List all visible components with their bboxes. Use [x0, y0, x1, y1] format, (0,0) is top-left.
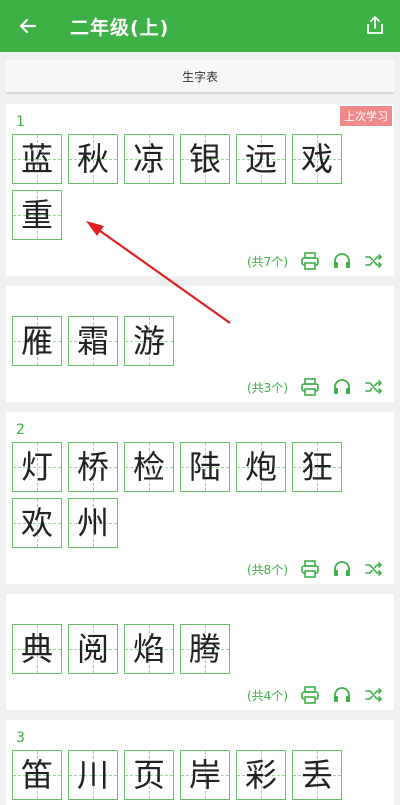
last-studied-badge: 上次学习 [340, 106, 392, 126]
card-footer: (共7个) [6, 246, 394, 276]
lesson-card[interactable]: 典 阅 焰 腾 (共4个) [6, 594, 394, 710]
char-cell[interactable]: 州 [68, 498, 118, 548]
char-grid: 灯 桥 检 陆 炮 狂 欢 州 [6, 442, 394, 554]
lesson-card[interactable]: 3 笛 川 页 岸 彩 丢 [6, 720, 394, 805]
headphones-icon[interactable] [332, 559, 352, 579]
char-cell[interactable]: 银 [180, 134, 230, 184]
char-cell[interactable]: 远 [236, 134, 286, 184]
char-cell[interactable]: 雁 [12, 316, 62, 366]
page-title: 二年级(上) [70, 16, 170, 39]
app-header: 二年级(上) [0, 0, 400, 52]
share-button[interactable] [364, 14, 386, 36]
lesson-number [6, 286, 394, 316]
lesson-number: 3 [16, 730, 25, 746]
shuffle-icon[interactable] [364, 377, 384, 397]
lesson-number [6, 594, 394, 624]
char-cell[interactable]: 丢 [292, 750, 342, 800]
char-cell[interactable]: 阅 [68, 624, 118, 674]
lesson-card[interactable]: 2 灯 桥 检 陆 炮 狂 欢 州 (共8个) [6, 412, 394, 584]
char-cell[interactable]: 焰 [124, 624, 174, 674]
char-cell[interactable]: 游 [124, 316, 174, 366]
share-icon [367, 16, 383, 34]
char-cell[interactable]: 页 [124, 750, 174, 800]
print-icon[interactable] [300, 685, 320, 705]
card-footer: (共4个) [6, 680, 394, 710]
section-tab-shengzibiao[interactable]: 生字表 [6, 60, 394, 94]
card-footer: (共8个) [6, 554, 394, 584]
shuffle-icon[interactable] [364, 251, 384, 271]
char-cell[interactable]: 欢 [12, 498, 62, 548]
card-footer: (共3个) [6, 372, 394, 402]
char-grid: 蓝 秋 凉 银 远 戏 重 [6, 134, 394, 246]
char-cell[interactable]: 彩 [236, 750, 286, 800]
shuffle-icon[interactable] [364, 559, 384, 579]
char-cell[interactable]: 戏 [292, 134, 342, 184]
lesson-number: 1 [16, 114, 25, 130]
char-count: (共8个) [247, 562, 288, 577]
print-icon[interactable] [300, 559, 320, 579]
char-cell[interactable]: 霜 [68, 316, 118, 366]
char-cell[interactable]: 腾 [180, 624, 230, 674]
char-cell[interactable]: 狂 [292, 442, 342, 492]
shuffle-icon[interactable] [364, 685, 384, 705]
lesson-card[interactable]: 1 上次学习 蓝 秋 凉 银 远 戏 重 (共7个) [6, 104, 394, 276]
char-grid: 典 阅 焰 腾 [6, 624, 394, 680]
char-grid: 笛 川 页 岸 彩 丢 [6, 750, 394, 805]
char-cell[interactable]: 重 [12, 190, 62, 240]
section-label: 生字表 [181, 69, 218, 84]
char-cell[interactable]: 陆 [180, 442, 230, 492]
headphones-icon[interactable] [332, 377, 352, 397]
char-cell[interactable]: 川 [68, 750, 118, 800]
print-icon[interactable] [300, 251, 320, 271]
lesson-card[interactable]: 雁 霜 游 (共3个) [6, 286, 394, 402]
lesson-number: 2 [16, 422, 25, 438]
char-cell[interactable]: 炮 [236, 442, 286, 492]
char-count: (共7个) [247, 254, 288, 269]
back-arrow-icon [19, 18, 37, 34]
print-icon[interactable] [300, 377, 320, 397]
char-cell[interactable]: 秋 [68, 134, 118, 184]
char-count: (共4个) [247, 688, 288, 703]
char-cell[interactable]: 蓝 [12, 134, 62, 184]
char-cell[interactable]: 笛 [12, 750, 62, 800]
headphones-icon[interactable] [332, 251, 352, 271]
char-grid: 雁 霜 游 [6, 316, 394, 372]
char-cell[interactable]: 典 [12, 624, 62, 674]
back-button[interactable] [6, 0, 50, 52]
char-cell[interactable]: 岸 [180, 750, 230, 800]
character-list[interactable]: 1 上次学习 蓝 秋 凉 银 远 戏 重 (共7个) 雁 霜 游 (共3个) 2… [0, 104, 400, 805]
char-cell[interactable]: 凉 [124, 134, 174, 184]
char-count: (共3个) [247, 380, 288, 395]
char-cell[interactable]: 灯 [12, 442, 62, 492]
char-cell[interactable]: 桥 [68, 442, 118, 492]
char-cell[interactable]: 检 [124, 442, 174, 492]
headphones-icon[interactable] [332, 685, 352, 705]
